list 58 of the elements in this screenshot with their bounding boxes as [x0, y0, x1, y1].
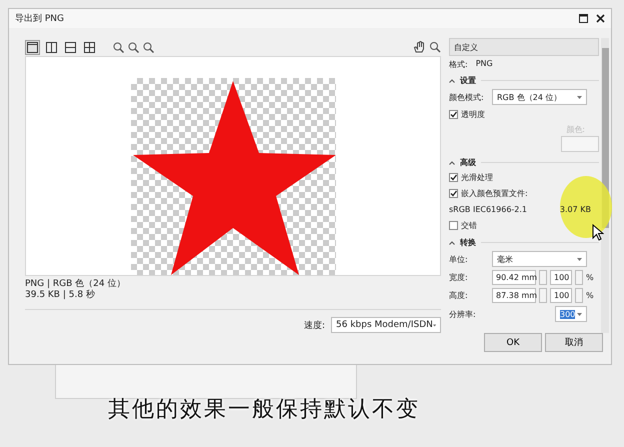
unit-label: % [586, 273, 594, 282]
speed-dropdown[interactable]: 56 kbps Modem/ISDN [331, 317, 441, 333]
dropdown-arrow-icon [577, 312, 582, 316]
preview-info-text: 39.5 KB | 5.8 秒 [25, 290, 96, 301]
number-field[interactable]: 87.38 mm [492, 288, 536, 303]
number-field[interactable]: 90.42 mm [492, 270, 536, 285]
checkbox-label: 交错 [461, 220, 477, 231]
checkbox[interactable] [449, 173, 458, 182]
window-title: 导出到 PNG [15, 12, 64, 25]
view-mode-button[interactable] [25, 40, 40, 54]
profile-name: sRGB IEC61966-2.1 [449, 205, 528, 214]
zoom-tool-icon[interactable] [429, 41, 441, 53]
resolution-dropdown[interactable]: 300 [555, 306, 587, 322]
checkbox[interactable] [449, 110, 458, 119]
preset-dropdown[interactable]: 自定义 [449, 38, 599, 56]
zoom-actual-icon[interactable] [128, 42, 139, 52]
maximize-icon[interactable] [579, 14, 588, 23]
checkbox-label: 光滑处理 [461, 172, 493, 183]
field-label: 分辨率: [449, 308, 477, 320]
format-value: PNG [476, 59, 493, 70]
file-size-text: 3.07 KB [560, 205, 591, 214]
two-row-view-icon [65, 42, 76, 52]
dropdown-arrow-icon [577, 96, 582, 98]
section-title: 转换 [460, 237, 476, 248]
zoom-fit-icon[interactable] [143, 42, 154, 52]
checkbox-label: 嵌入颜色预置文件: [461, 188, 528, 199]
dropdown[interactable]: 毫米 [492, 251, 587, 267]
field-label: 颜色模式: [449, 92, 485, 102]
hand-tool-icon[interactable] [413, 41, 425, 53]
field-label: 宽度: [449, 272, 469, 283]
dialog-button[interactable]: OK [484, 333, 542, 352]
checkbox[interactable] [449, 189, 458, 198]
speed-label: 速度: [304, 320, 325, 332]
dropdown-arrow-icon [432, 324, 436, 326]
preview-info-text: PNG | RGB 色（24 位） [25, 279, 126, 290]
percent-field[interactable]: 100 [550, 270, 572, 285]
dialog-button[interactable]: 取消 [545, 333, 603, 352]
field-label: 单位: [449, 254, 469, 264]
zoom-in-icon[interactable] [113, 42, 124, 52]
view-mode-button[interactable] [82, 40, 97, 54]
view-mode-button[interactable] [44, 40, 59, 54]
view-mode-button[interactable] [63, 40, 78, 54]
dropdown[interactable]: RGB 色（24 位） [492, 89, 587, 105]
checkbox[interactable] [449, 221, 458, 230]
mouse-pointer-icon [592, 224, 604, 241]
section-title: 高级 [460, 157, 476, 168]
single-view-icon [27, 42, 38, 52]
four-pane-view-icon [84, 42, 95, 52]
two-column-view-icon [46, 42, 57, 52]
checkbox-label: 透明度 [461, 109, 485, 120]
video-caption: 其他的效果一般保持默认不变 [108, 396, 420, 424]
percent-field[interactable]: 100 [550, 288, 572, 303]
format-label: 格式: [449, 59, 468, 70]
unit-label: % [586, 291, 594, 300]
dropdown-arrow-icon [577, 258, 582, 260]
close-icon[interactable] [596, 14, 605, 23]
field-label: 高度: [449, 290, 469, 301]
section-title: 设置 [460, 75, 476, 86]
